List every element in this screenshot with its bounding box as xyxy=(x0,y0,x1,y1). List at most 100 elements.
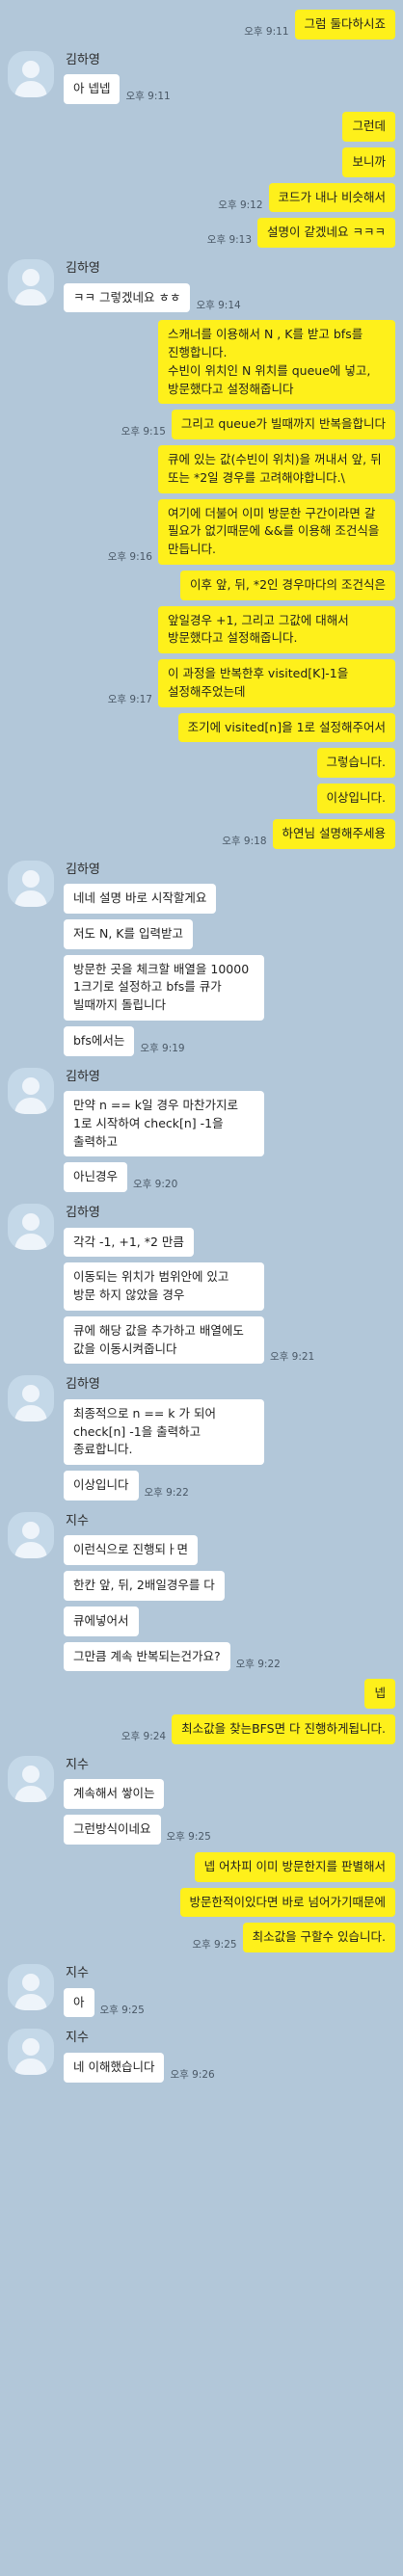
other-message-group: 김하영만약 n == k일 경우 마찬가지로 1로 시작하여 check[n] … xyxy=(0,1067,403,1192)
message-timestamp: 오후 9:18 xyxy=(222,835,267,847)
message-bubble[interactable]: 이 과정을 반복한후 visited[K]-1을 설정해주었는데 xyxy=(158,659,395,707)
message-bubble[interactable]: 아닌경우 xyxy=(64,1162,128,1192)
message-bubble[interactable]: 넵 xyxy=(364,1679,395,1709)
message-bubble[interactable]: 네네 설명 바로 시작할게요 xyxy=(64,884,217,914)
message-bubble[interactable]: 넵 어차피 이미 방문한지를 판별해서 xyxy=(194,1851,395,1882)
message-bubble[interactable]: 스캐너를 이용해서 N , K를 받고 bfs를 진행합니다. 수빈이 위치인 … xyxy=(158,320,395,405)
message-row: 최종적으로 n == k 가 되어 check[n] -1을 출력하고 종료합니… xyxy=(64,1398,264,1465)
message-bubble[interactable]: 그렇습니다. xyxy=(316,748,395,778)
message-bubble[interactable]: ㅋㅋ 그렇겠네요 ㅎㅎ xyxy=(64,282,191,313)
message-bubble[interactable]: 각각 -1, +1, *2 만큼 xyxy=(64,1227,194,1258)
message-column: 지수 아 오후 9:25 xyxy=(64,1964,150,2018)
message-bubble[interactable]: 그럼 둘다하시죠 xyxy=(294,10,395,40)
avatar[interactable] xyxy=(8,1375,54,1422)
message-row: bfs에서는 오후 9:19 xyxy=(64,1025,191,1056)
message-bubble[interactable]: 이동되는 위치가 범위안에 있고 방문 하지 않았을 경우 xyxy=(64,1262,264,1311)
message-bubble[interactable]: 그런방식이네요 xyxy=(64,1815,161,1845)
avatar[interactable] xyxy=(8,1067,54,1114)
message-bubble[interactable]: 보니까 xyxy=(342,146,395,177)
sender-name: 김하영 xyxy=(66,1377,100,1393)
my-message-group: 넵 어차피 이미 방문한지를 판별해서방문한적이있다면 바로 넘어가기때문에최소… xyxy=(0,1851,403,1952)
message-timestamp: 오후 9:25 xyxy=(99,2004,145,2016)
message-bubble[interactable]: 아 xyxy=(64,1987,94,2018)
message-bubble[interactable]: 이후 앞, 뒤, *2인 경우마다의 조건식은 xyxy=(179,570,395,600)
message-bubble[interactable]: 이상입니다. xyxy=(316,783,395,813)
default-profile-icon xyxy=(14,60,47,97)
message-timestamp: 오후 9:13 xyxy=(206,234,253,247)
message-row: 그럼 둘다하시죠 오후 9:11 xyxy=(238,10,395,40)
avatar[interactable] xyxy=(8,1511,54,1558)
message-row: ㅋㅋ 그렇겠네요 ㅎㅎ 오후 9:14 xyxy=(64,282,247,313)
default-profile-icon xyxy=(14,1521,47,1558)
avatar[interactable] xyxy=(8,2029,54,2076)
message-bubble[interactable]: 이상입니다 xyxy=(64,1471,139,1500)
message-bubble[interactable]: 최소값을 찾는BFS면 다 진행하게됩니다. xyxy=(172,1714,395,1744)
message-bubble[interactable]: 이런식으로 진행되ㅏ면 xyxy=(64,1535,198,1565)
avatar[interactable] xyxy=(8,50,54,97)
message-row: 아 넵넵 오후 9:11 xyxy=(64,74,176,104)
message-column: 지수 계속해서 쌓이는 그런방식이네요 오후 9:25 xyxy=(64,1756,217,1845)
message-timestamp: 오후 9:21 xyxy=(270,1350,315,1363)
avatar[interactable] xyxy=(8,860,54,907)
message-bubble[interactable]: 저도 N, K를 입력받고 xyxy=(64,918,193,949)
message-bubble[interactable]: 큐에넣어서 xyxy=(64,1606,139,1636)
message-bubble[interactable]: 네 이해했습니다 xyxy=(64,2052,165,2083)
message-row: 만약 n == k일 경우 마찬가지로 1로 시작하여 check[n] -1을… xyxy=(64,1091,264,1157)
message-bubble[interactable]: 조기에 visited[n]을 1로 설정해주어서 xyxy=(177,712,395,743)
message-timestamp: 오후 9:12 xyxy=(218,199,263,211)
message-bubble[interactable]: 최종적으로 n == k 가 되어 check[n] -1을 출력하고 종료합니… xyxy=(64,1398,264,1465)
avatar[interactable] xyxy=(8,1755,54,1802)
message-bubble[interactable]: 앞일경우 +1, 그리고 그값에 대해서 방문했다고 설정해줍니다. xyxy=(158,605,395,653)
message-bubble[interactable]: 만약 n == k일 경우 마찬가지로 1로 시작하여 check[n] -1을… xyxy=(64,1091,264,1157)
message-bubble[interactable]: 방문한 곳을 체크할 배열을 10000 1크기로 설정하고 bfs를 큐가 빌… xyxy=(64,954,264,1021)
message-bubble[interactable]: 코드가 내나 비슷해서 xyxy=(268,182,395,213)
message-bubble[interactable]: 계속해서 쌓이는 xyxy=(64,1779,165,1809)
message-row: 최소값을 찾는BFS면 다 진행하게됩니다. 오후 9:24 xyxy=(116,1714,395,1744)
other-message-group: 김하영 네네 설명 바로 시작할게요 저도 N, K를 입력받고 방문한 곳을 체크할… xyxy=(0,860,403,1056)
message-bubble[interactable]: 그런데 xyxy=(342,112,395,142)
message-row: 계속해서 쌓이는 xyxy=(64,1779,165,1809)
message-column: 김하영 네네 설명 바로 시작할게요 저도 N, K를 입력받고 방문한 곳을 체크할… xyxy=(64,861,264,1056)
message-bubble[interactable]: 설명이 같겠네요 ㅋㅋㅋ xyxy=(257,218,395,248)
message-column: 김하영만약 n == k일 경우 마찬가지로 1로 시작하여 check[n] … xyxy=(64,1068,264,1192)
message-bubble[interactable]: 그리고 queue가 빌때까지 반복을합니다 xyxy=(171,410,395,439)
message-bubble[interactable]: 큐에 해당 값을 추가하고 배열에도 값을 이동시켜줍니다 xyxy=(64,1315,264,1365)
message-bubble[interactable]: 한칸 앞, 뒤, 2배일경우를 다 xyxy=(64,1571,225,1601)
message-row: 스캐너를 이용해서 N , K를 받고 bfs를 진행합니다. 수빈이 위치인 … xyxy=(158,320,395,405)
chat-area[interactable]: 그럼 둘다하시죠 오후 9:11 김하영 아 넵넵 오후 9:11 그런데보니까코드가 내… xyxy=(0,0,403,2100)
other-message-group: 지수 네 이해했습니다 오후 9:26 xyxy=(0,2029,403,2083)
message-row: 하연님 설명해주세용오후 9:18 xyxy=(216,818,395,849)
avatar[interactable] xyxy=(8,259,54,305)
other-message-group: 지수 계속해서 쌓이는 그런방식이네요 오후 9:25 xyxy=(0,1755,403,1845)
message-row: 네네 설명 바로 시작할게요 xyxy=(64,884,217,914)
message-bubble[interactable]: 큐에 있는 값(수빈이 위치)을 꺼내서 앞, 뒤 또는 *2일 경우를 고려해… xyxy=(158,445,395,493)
message-bubble[interactable]: 하연님 설명해주세용 xyxy=(272,818,395,849)
sender-name: 지수 xyxy=(66,1513,89,1528)
avatar[interactable] xyxy=(8,1204,54,1250)
message-row: 여기에 더불어 이미 방문한 구간이라면 갈 필요가 없기때문에 &&를 이용해… xyxy=(102,498,395,565)
message-row: 그리고 queue가 빌때까지 반복을합니다 오후 9:15 xyxy=(116,410,395,439)
message-bubble[interactable]: 최소값을 구할수 있습니다. xyxy=(242,1923,395,1952)
message-timestamp: 오후 9:22 xyxy=(144,1487,189,1500)
message-bubble[interactable]: bfs에서는 xyxy=(64,1025,135,1056)
message-row: 설명이 같겠네요 ㅋㅋㅋ 오후 9:13 xyxy=(202,218,395,248)
message-row: 이동되는 위치가 범위안에 있고 방문 하지 않았을 경우 xyxy=(64,1262,264,1311)
message-row: 아오후 9:25 xyxy=(64,1987,150,2018)
message-bubble[interactable]: 아 넵넵 xyxy=(64,74,121,104)
message-column: 그런데보니까코드가 내나 비슷해서오후 9:12 설명이 같겠네요 ㅋㅋㅋ 오후 9… xyxy=(202,112,395,248)
message-bubble[interactable]: 그만큼 계속 반복되는건가요? xyxy=(64,1641,230,1672)
message-bubble[interactable]: 여기에 더불어 이미 방문한 구간이라면 갈 필요가 없기때문에 &&를 이용해… xyxy=(158,498,395,565)
other-message-group: 지수이런식으로 진행되ㅏ면한칸 앞, 뒤, 2배일경우를 다큐에넣어서그만큼 계… xyxy=(0,1511,403,1672)
sender-name: 김하영 xyxy=(66,1069,100,1084)
message-timestamp: 오후 9:16 xyxy=(107,551,152,564)
default-profile-icon xyxy=(14,1385,47,1422)
message-row: 앞일경우 +1, 그리고 그값에 대해서 방문했다고 설정해줍니다. xyxy=(158,605,395,653)
message-bubble[interactable]: 방문한적이있다면 바로 넘어가기때문에 xyxy=(179,1887,395,1918)
default-profile-icon xyxy=(14,2038,47,2076)
message-column: 넵 어차피 이미 방문한지를 판별해서방문한적이있다면 바로 넘어가기때문에최소… xyxy=(179,1851,395,1952)
message-row: 큐에넣어서 xyxy=(64,1606,139,1636)
avatar[interactable] xyxy=(8,1964,54,2010)
sender-name: 김하영 xyxy=(66,1206,100,1220)
message-row: 큐에 있는 값(수빈이 위치)을 꺼내서 앞, 뒤 또는 *2일 경우를 고려해… xyxy=(158,445,395,493)
message-column: 김하영각각 -1, +1, *2 만큼이동되는 위치가 범위안에 있고 방문 하… xyxy=(64,1204,320,1365)
